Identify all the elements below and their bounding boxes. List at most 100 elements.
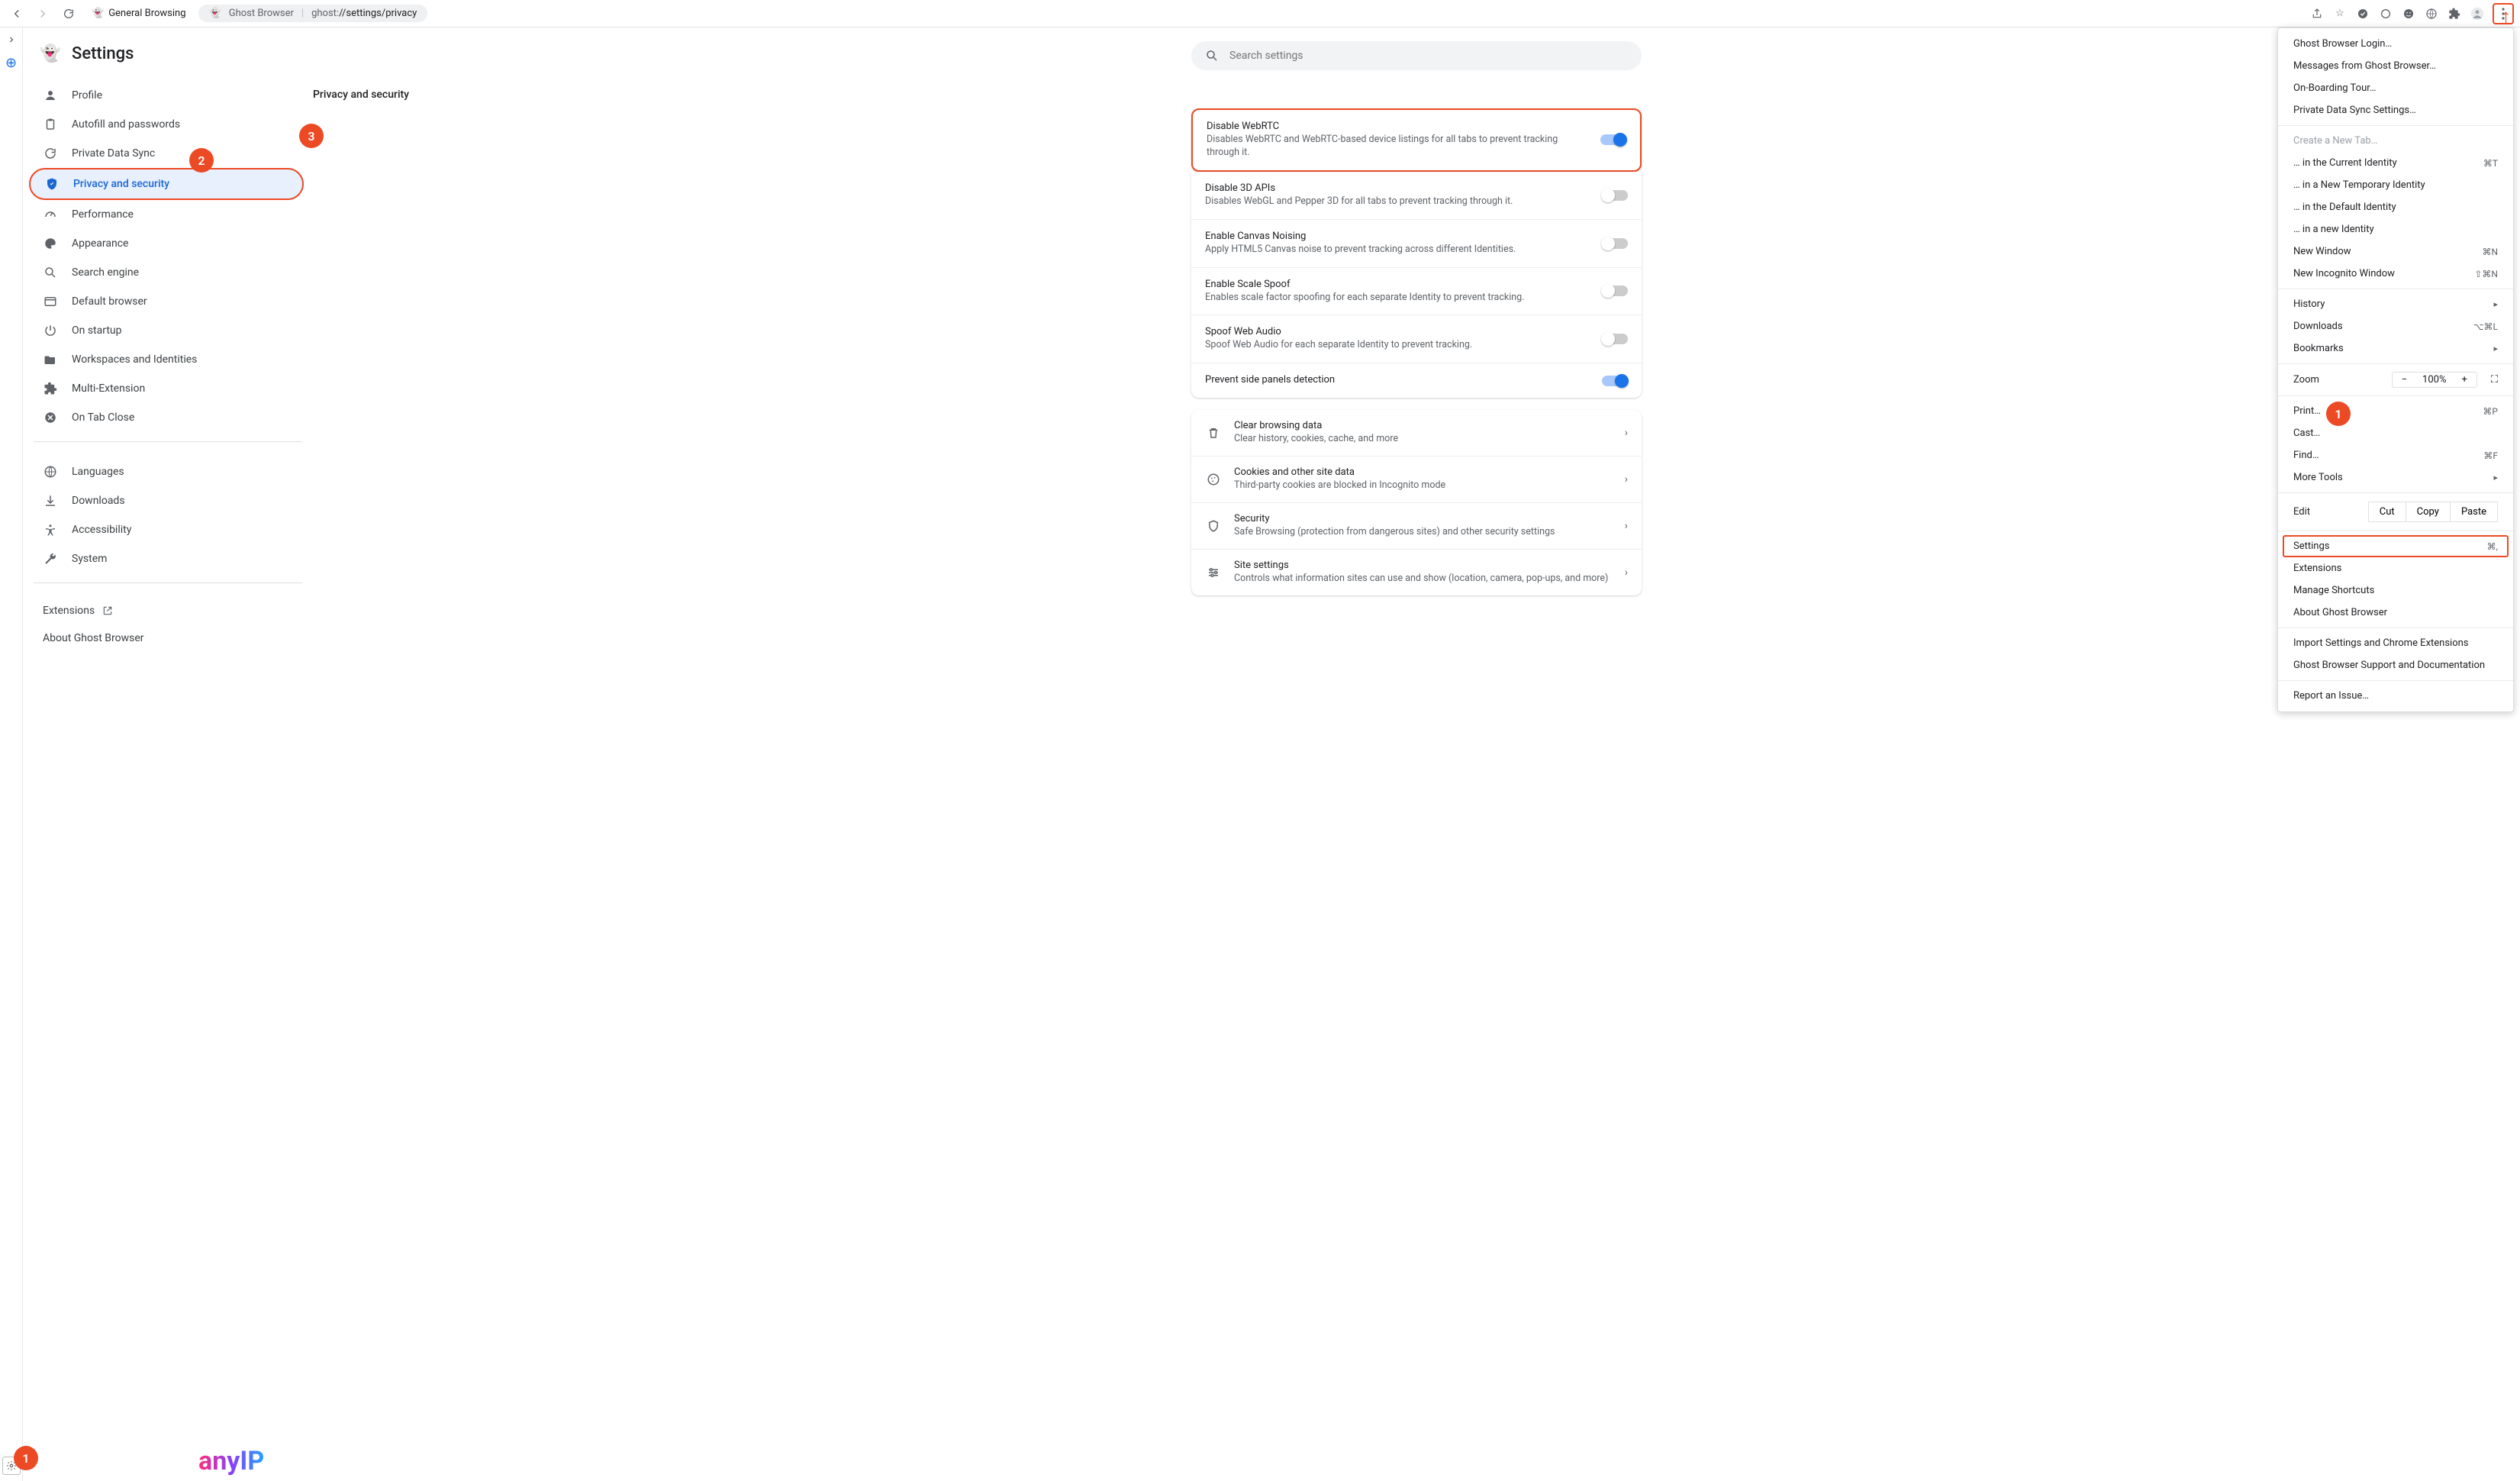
- menu-cut-button[interactable]: Cut: [2368, 502, 2406, 522]
- extensions-icon[interactable]: [2447, 6, 2462, 21]
- menu-about[interactable]: About Ghost Browser: [2278, 602, 2513, 624]
- chevron-right-icon: ›: [1625, 473, 1628, 486]
- identity-rail: ⊕: [0, 27, 23, 1481]
- toggle-switch[interactable]: [1602, 238, 1628, 249]
- sidebar-item-workspaces[interactable]: Workspaces and Identities: [29, 345, 304, 374]
- privacy-toggle-canvas-noise: Enable Canvas NoisingApply HTML5 Canvas …: [1191, 219, 1642, 267]
- menu-tab-temp-identity[interactable]: … in a New Temporary Identity: [2278, 174, 2513, 196]
- menu-bookmarks[interactable]: Bookmarks: [2278, 337, 2513, 360]
- toggle-switch[interactable]: [1602, 286, 1628, 296]
- toggle-desc: Disables WebRTC and WebRTC-based device …: [1207, 134, 1590, 160]
- address-bar[interactable]: 👻 Ghost Browser | ghost://settings/priva…: [198, 5, 428, 22]
- chevron-right-icon: ›: [1625, 427, 1628, 439]
- sidebar-item-autofill[interactable]: Autofill and passwords: [29, 110, 304, 139]
- sidebar-item-appearance[interactable]: Appearance: [29, 229, 304, 258]
- menu-tab-current-identity[interactable]: … in the Current Identity⌘T: [2278, 152, 2513, 174]
- wrench-icon: [43, 552, 58, 566]
- menu-tab-default-identity[interactable]: … in the Default Identity: [2278, 196, 2513, 218]
- menu-edit-row: Edit Cut Copy Paste: [2278, 497, 2513, 527]
- menu-messages[interactable]: Messages from Ghost Browser…: [2278, 55, 2513, 77]
- menu-onboarding[interactable]: On-Boarding Tour…: [2278, 77, 2513, 99]
- link-site-settings[interactable]: Site settingsControls what information s…: [1191, 549, 1642, 595]
- browsing-profile-chip[interactable]: 👻 General Browsing: [84, 5, 194, 22]
- sidebar-extensions-link[interactable]: Extensions: [43, 597, 293, 624]
- menu-support-docs[interactable]: Ghost Browser Support and Documentation: [2278, 654, 2513, 676]
- menu-cast[interactable]: Cast…: [2278, 422, 2513, 444]
- menu-paste-button[interactable]: Paste: [2451, 502, 2498, 522]
- rail-add-button[interactable]: ⊕: [5, 55, 17, 71]
- toggle-switch[interactable]: [1602, 376, 1628, 386]
- sidebar-item-accessibility[interactable]: Accessibility: [29, 515, 304, 544]
- menu-settings[interactable]: Settings⌘,: [2283, 535, 2509, 557]
- rail-expand-button[interactable]: [7, 35, 16, 44]
- nav-back-button[interactable]: [6, 3, 27, 24]
- annotation-arrow: ↑: [2501, 5, 2511, 28]
- ghost-icon: 👻: [92, 8, 104, 19]
- sidebar-item-system[interactable]: System: [29, 544, 304, 573]
- nav-forward-button[interactable]: [32, 3, 53, 24]
- menu-history[interactable]: History: [2278, 293, 2513, 315]
- app-menu-dropdown: Ghost Browser Login… Messages from Ghost…: [2277, 27, 2514, 712]
- privacy-toggle-disable-webrtc: Disable WebRTC Disables WebRTC and WebRT…: [1191, 108, 1642, 172]
- sidebar-item-privacy-security[interactable]: Privacy and security: [29, 168, 304, 200]
- link-cookies[interactable]: Cookies and other site dataThird-party c…: [1191, 456, 1642, 502]
- sidebar-item-multi-extension[interactable]: Multi-Extension: [29, 374, 304, 403]
- menu-downloads[interactable]: Downloads⌥⌘L: [2278, 315, 2513, 337]
- privacy-toggle-disable-3d: Disable 3D APIsDisables WebGL and Pepper…: [1191, 172, 1642, 219]
- menu-zoom-row: Zoom − 100% + ⛶: [2278, 368, 2513, 392]
- privacy-links-card: Clear browsing dataClear history, cookie…: [1191, 410, 1642, 595]
- zoom-in-button[interactable]: +: [2457, 374, 2472, 386]
- annotation-2: 2: [189, 148, 214, 173]
- menu-more-tools[interactable]: More Tools: [2278, 466, 2513, 489]
- face-icon[interactable]: [2401, 6, 2416, 21]
- menu-ghost-login[interactable]: Ghost Browser Login…: [2278, 33, 2513, 55]
- sidebar-item-private-data-sync[interactable]: Private Data Sync: [29, 139, 304, 168]
- account-icon[interactable]: [2470, 6, 2485, 21]
- menu-new-window[interactable]: New Window⌘N: [2278, 240, 2513, 263]
- sidebar-item-on-tab-close[interactable]: On Tab Close: [29, 403, 304, 432]
- settings-title: Settings: [72, 44, 134, 63]
- chevron-right-icon: ›: [1625, 566, 1628, 579]
- person-icon: [43, 89, 58, 102]
- link-security[interactable]: SecuritySafe Browsing (protection from d…: [1191, 502, 1642, 549]
- share-icon[interactable]: [2309, 6, 2325, 21]
- toggle-switch[interactable]: [1602, 334, 1628, 344]
- sidebar-item-downloads[interactable]: Downloads: [29, 486, 304, 515]
- menu-extensions[interactable]: Extensions: [2278, 557, 2513, 579]
- sidebar-item-search-engine[interactable]: Search engine: [29, 258, 304, 287]
- settings-main: Privacy and security Disable WebRTC Disa…: [313, 27, 2520, 1481]
- settings-search[interactable]: [1191, 41, 1642, 70]
- sidebar-item-profile[interactable]: Profile: [29, 81, 304, 110]
- menu-import-settings[interactable]: Import Settings and Chrome Extensions: [2278, 632, 2513, 654]
- check-circle-icon[interactable]: [2355, 6, 2370, 21]
- menu-tab-new-identity[interactable]: … in a new Identity: [2278, 218, 2513, 240]
- bookmark-star-icon[interactable]: ☆: [2332, 6, 2348, 21]
- power-icon: [43, 324, 58, 337]
- globe-icon[interactable]: [2424, 6, 2439, 21]
- sidebar-item-default-browser[interactable]: Default browser: [29, 287, 304, 316]
- sidebar-about-link[interactable]: About Ghost Browser: [43, 624, 293, 652]
- sidebar-item-languages[interactable]: Languages: [29, 457, 304, 486]
- sidebar-item-performance[interactable]: Performance: [29, 200, 304, 229]
- menu-find[interactable]: Find…⌘F: [2278, 444, 2513, 466]
- fullscreen-icon[interactable]: ⛶: [2491, 374, 2498, 386]
- menu-private-data-sync[interactable]: Private Data Sync Settings…: [2278, 99, 2513, 121]
- accessibility-icon: [43, 523, 58, 537]
- menu-new-incognito[interactable]: New Incognito Window⇧⌘N: [2278, 263, 2513, 285]
- ring-icon[interactable]: [2378, 6, 2393, 21]
- zoom-out-button[interactable]: −: [2397, 374, 2412, 386]
- toggle-switch[interactable]: [1600, 134, 1626, 145]
- toggle-switch[interactable]: [1602, 190, 1628, 201]
- settings-search-input[interactable]: [1229, 50, 1628, 62]
- link-clear-browsing-data[interactable]: Clear browsing dataClear history, cookie…: [1191, 410, 1642, 456]
- menu-report-issue[interactable]: Report an Issue…: [2278, 685, 2513, 707]
- shield-icon: [44, 177, 60, 191]
- zoom-value: 100%: [2418, 374, 2451, 386]
- speedometer-icon: [43, 208, 58, 221]
- menu-print[interactable]: Print…⌘P: [2278, 400, 2513, 422]
- settings-sidebar: 👻 Settings Profile Autofill and password…: [23, 27, 313, 1481]
- menu-manage-shortcuts[interactable]: Manage Shortcuts: [2278, 579, 2513, 602]
- sidebar-item-on-startup[interactable]: On startup: [29, 316, 304, 345]
- menu-copy-button[interactable]: Copy: [2406, 502, 2451, 522]
- nav-reload-button[interactable]: [58, 3, 79, 24]
